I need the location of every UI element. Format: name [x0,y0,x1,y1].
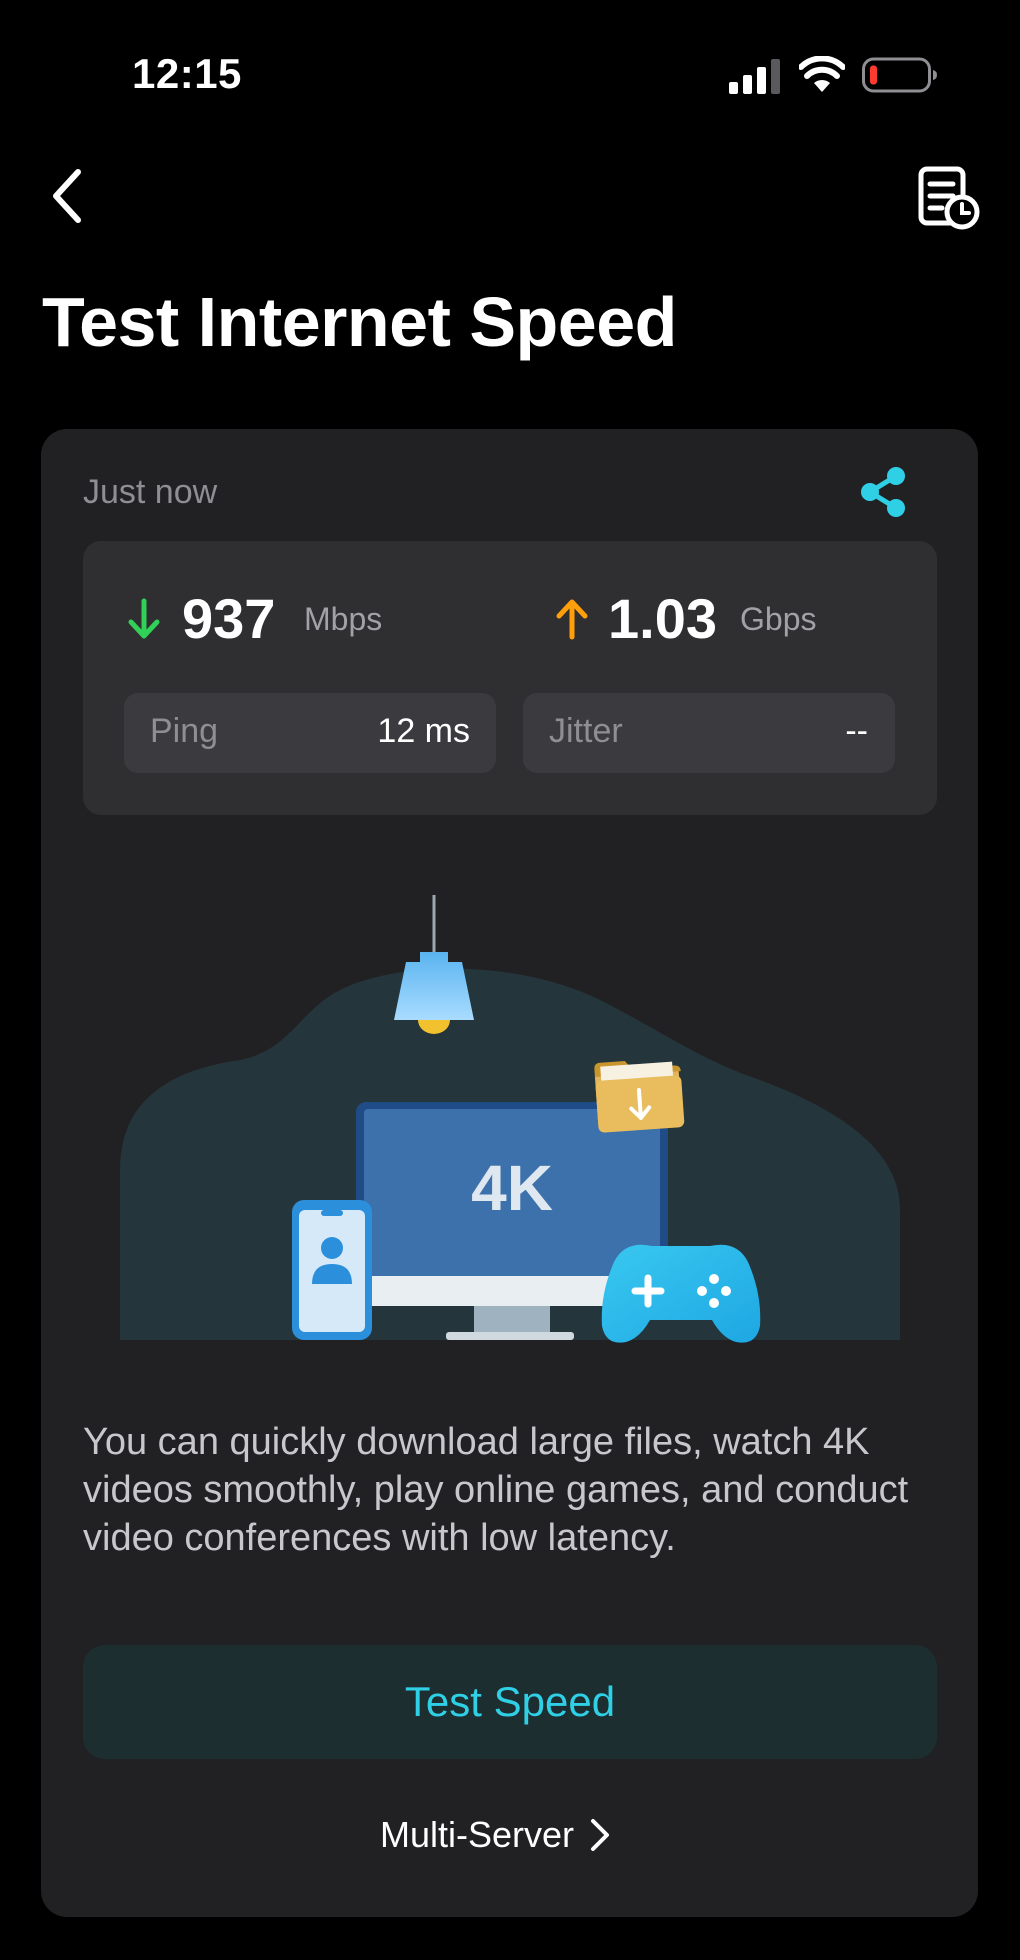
monitor-4k-text: 4K [471,1152,553,1224]
ping-value: 12 ms [377,712,470,750]
result-timestamp: Just now [83,473,218,511]
multi-server-label: Multi-Server [380,1814,575,1855]
multi-server-link[interactable]: Multi-Server [380,1810,610,1860]
back-chevron-icon[interactable] [48,166,88,226]
status-time: 12:15 [132,50,242,97]
jitter-value: -- [845,712,868,750]
ping-label: Ping [150,712,219,750]
devices-illustration: 4K [120,895,900,1343]
download-speed-unit: Mbps [304,601,383,637]
share-icon[interactable] [856,464,912,520]
download-arrow-icon [128,598,160,639]
upload-speed-unit: Gbps [740,601,817,637]
jitter-label: Jitter [549,712,623,750]
cellular-signal-icon [729,59,780,94]
page-title: Test Internet Speed [42,283,677,361]
result-description: You can quickly download large files, wa… [83,1421,909,1559]
test-speed-button[interactable]: Test Speed [83,1645,937,1759]
upload-speed-value: 1.03 [608,587,717,650]
wifi-icon [799,56,845,92]
chevron-right-icon [591,1819,610,1851]
results-panel [83,541,937,815]
download-speed-value: 937 [182,587,276,650]
upload-arrow-icon [556,599,588,640]
history-report-icon[interactable] [916,166,980,230]
battery-icon [862,57,937,93]
